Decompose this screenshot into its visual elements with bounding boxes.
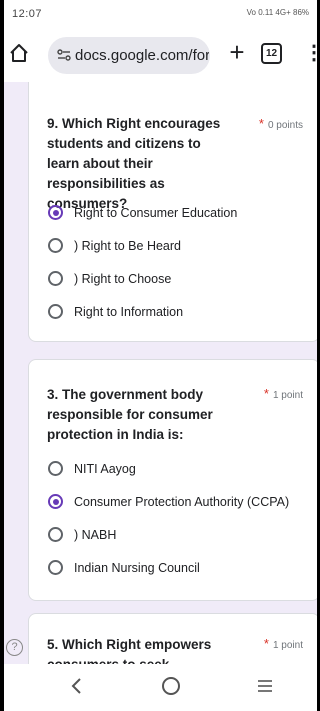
browser-toolbar: docs.google.com/forr + 12 ⋮ <box>4 30 317 82</box>
radio-button[interactable] <box>48 560 63 575</box>
points-label: 1 point <box>272 640 303 651</box>
url-text[interactable]: docs.google.com/forr <box>75 47 209 64</box>
required-marker: * <box>258 116 264 131</box>
back-icon[interactable] <box>68 676 86 696</box>
site-settings-icon[interactable] <box>57 48 71 62</box>
points-label: 1 point <box>272 390 303 401</box>
home-circle-icon[interactable] <box>162 677 180 695</box>
option-label[interactable]: ) NABH <box>74 527 116 543</box>
question-points: * 1 point <box>264 386 303 401</box>
radio-button-selected[interactable] <box>48 205 63 220</box>
question-card: 3. The government body responsible for c… <box>28 359 317 601</box>
question-points: * 0 points <box>259 116 303 131</box>
question-title: 5. Which Right empowers consumers to see… <box>47 637 212 664</box>
option-label[interactable]: Indian Nursing Council <box>74 560 200 576</box>
points-label: 0 points <box>267 120 303 131</box>
option-label[interactable]: Consumer Protection Authority (CCPA) <box>74 494 289 510</box>
option-label[interactable]: ) Right to Choose <box>74 271 171 287</box>
browser-menu-button[interactable]: ⋮ <box>304 41 317 65</box>
option-label[interactable]: Right to Information <box>74 304 183 320</box>
radio-button-selected[interactable] <box>48 494 63 509</box>
tab-switcher-button[interactable]: 12 <box>261 43 282 64</box>
radio-button[interactable] <box>48 461 63 476</box>
radio-button[interactable] <box>48 238 63 253</box>
status-time: 12:07 <box>12 8 43 20</box>
radio-button[interactable] <box>48 304 63 319</box>
question-points: * 1 point <box>264 636 303 651</box>
required-marker: * <box>263 386 269 401</box>
option-label[interactable]: ) Right to Be Heard <box>74 238 181 254</box>
radio-button[interactable] <box>48 527 63 542</box>
required-marker: * <box>263 636 269 651</box>
form-content: 9. Which Right encourages students and c… <box>4 82 317 664</box>
phone-screen: 12:07 Vo 0.11 4G+ 86% docs.google.com/fo… <box>4 0 317 711</box>
system-nav-bar <box>4 664 317 711</box>
question-title: 3. The government body responsible for c… <box>47 387 213 442</box>
option-label[interactable]: NITI Aayog <box>74 461 136 477</box>
question-card: 5. Which Right empowers consumers to see… <box>28 613 317 664</box>
question-title: 9. Which Right encourages students and c… <box>47 116 221 211</box>
option-label[interactable]: Right to Consumer Education <box>74 205 237 221</box>
address-bar[interactable]: docs.google.com/forr <box>48 37 210 74</box>
home-icon[interactable] <box>8 42 30 64</box>
status-indicators: Vo 0.11 4G+ 86% <box>246 8 309 17</box>
new-tab-button[interactable]: + <box>226 39 248 65</box>
question-card: 9. Which Right encourages students and c… <box>28 82 317 342</box>
help-icon[interactable]: ? <box>6 639 23 656</box>
radio-button[interactable] <box>48 271 63 286</box>
status-bar: 12:07 Vo 0.11 4G+ 86% <box>4 0 317 30</box>
recent-apps-icon[interactable] <box>257 680 273 692</box>
